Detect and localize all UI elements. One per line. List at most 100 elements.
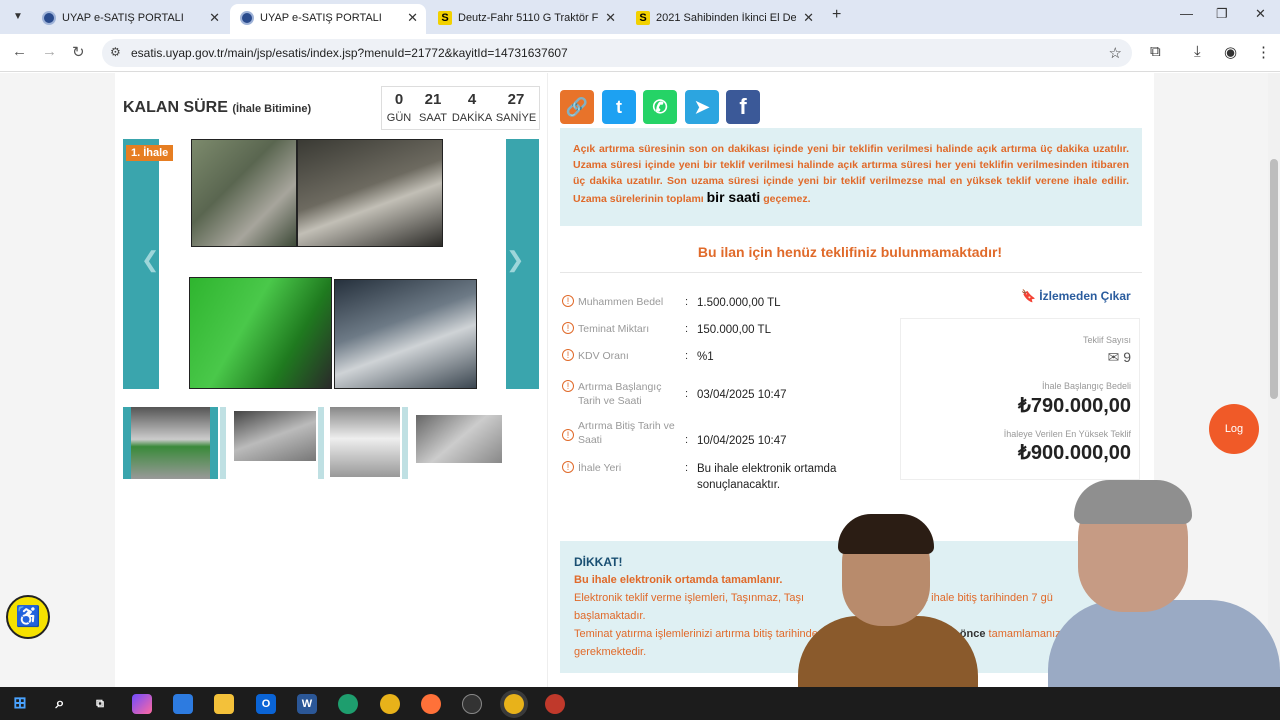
countdown-title-text: KALAN SÜRE <box>123 99 228 116</box>
detail-value: 10/04/2025 10:47 <box>697 435 787 447</box>
detail-colon: : <box>685 388 689 400</box>
chevron-right-icon: ❯ <box>506 247 525 272</box>
copilot-icon[interactable] <box>132 694 152 714</box>
tab-title: 2021 Sahibinden İkinci El Deutz <box>656 12 796 24</box>
detail-colon: : <box>685 296 689 308</box>
tractor-photo-front[interactable] <box>189 277 332 389</box>
uyap-icon <box>42 11 56 25</box>
file-explorer-icon[interactable] <box>214 694 234 714</box>
left-panel: KALAN SÜRE (İhale Bitimine) 0 GÜN 21 SAA… <box>115 73 547 687</box>
outlook-icon[interactable]: O <box>256 694 276 714</box>
reload-icon[interactable]: ↻ <box>72 43 85 61</box>
unwatch-label: İzlemeden Çıkar <box>1039 289 1131 303</box>
tractor-photo-part[interactable] <box>297 139 443 247</box>
url-text: esatis.uyap.gov.tr/main/jsp/esatis/index… <box>131 46 568 60</box>
facebook-icon[interactable]: f <box>726 90 760 124</box>
countdown-unit: GÜN <box>386 112 412 124</box>
info-icon[interactable]: ! <box>562 461 574 473</box>
thumbnail-image <box>234 411 316 461</box>
close-icon[interactable]: ✕ <box>407 10 418 26</box>
back-icon[interactable]: ← <box>12 43 27 60</box>
info-icon[interactable]: ! <box>562 429 574 441</box>
store-icon[interactable] <box>173 694 193 714</box>
tab-search-chevron-icon[interactable]: ▼ <box>8 7 28 27</box>
countdown-unit: SANİYE <box>495 112 537 124</box>
start-price-label: İhale Başlangıç Bedeli <box>1041 381 1131 391</box>
thumbnail-image <box>131 407 210 479</box>
close-icon[interactable]: ✕ <box>803 10 814 26</box>
gallery-next-button[interactable]: ❯ <box>506 139 539 389</box>
forward-icon[interactable]: → <box>42 43 57 60</box>
presenter-hair <box>1074 480 1192 524</box>
bookmark-star-icon[interactable]: ☆ <box>1109 44 1122 62</box>
window-close-icon[interactable]: ✕ <box>1255 6 1266 22</box>
tab-uyap-2[interactable]: UYAP e-SATIŞ PORTALI ✕ <box>230 4 426 34</box>
task-view-icon[interactable]: ⧉ <box>90 694 110 714</box>
login-button[interactable]: Log <box>1209 404 1259 454</box>
thumbnail-3[interactable] <box>318 407 408 479</box>
uyap-icon <box>240 11 254 25</box>
extensions-icon[interactable]: ⧉ <box>1150 43 1161 60</box>
close-icon[interactable]: ✕ <box>209 10 220 26</box>
profile-icon[interactable]: ◉ <box>1224 43 1237 61</box>
tab-deutz-ikinci-el[interactable]: S 2021 Sahibinden İkinci El Deutz ✕ <box>626 4 822 34</box>
bookmark-icon: 🔖 <box>1021 289 1036 303</box>
countdown-unit: SAAT <box>419 112 447 124</box>
info-icon[interactable]: ! <box>562 349 574 361</box>
close-icon[interactable]: ✕ <box>605 10 616 26</box>
gallery-prev-button[interactable]: ❮ <box>123 139 159 389</box>
taskbar: ⊞ ⌕ ⧉ O W <box>0 687 1280 720</box>
recorder-icon[interactable] <box>545 694 565 714</box>
maximize-icon[interactable]: ❐ <box>1216 6 1228 22</box>
firefox-icon[interactable] <box>421 694 441 714</box>
thumbnail-4[interactable] <box>412 407 508 479</box>
scrollbar-thumb[interactable] <box>1270 159 1278 399</box>
chrome-icon[interactable] <box>380 694 400 714</box>
site-settings-icon[interactable]: ⚙ <box>110 45 121 59</box>
auction-badge: 1. İhale <box>126 145 174 161</box>
tab-deutz-fiyat[interactable]: S Deutz-Fahr 5110 G Traktör Fiyat ✕ <box>428 4 624 34</box>
tab-title: UYAP e-SATIŞ PORTALI <box>62 12 184 24</box>
presenter-body <box>1048 600 1280 687</box>
edge-icon[interactable] <box>338 694 358 714</box>
search-icon[interactable]: ⌕ <box>50 694 70 714</box>
detail-value: 150.000,00 TL <box>697 324 771 336</box>
info-icon[interactable]: ! <box>562 322 574 334</box>
detail-colon: : <box>685 434 689 446</box>
new-tab-icon[interactable]: + <box>832 6 841 24</box>
browser-toolbar: ← → ↻ ⚙ esatis.uyap.gov.tr/main/jsp/esat… <box>0 34 1280 72</box>
unwatch-button[interactable]: 🔖 İzlemeden Çıkar <box>1021 289 1131 303</box>
twitter-icon[interactable]: t <box>602 90 636 124</box>
presenter-hair <box>838 514 934 554</box>
thumbnail-image <box>416 415 502 463</box>
windows-start-icon[interactable]: ⊞ <box>10 694 30 714</box>
info-icon[interactable]: ! <box>562 295 574 307</box>
countdown-subtitle: (İhale Bitimine) <box>232 103 312 115</box>
obs-icon[interactable] <box>462 694 482 714</box>
presenter-right <box>1048 480 1280 687</box>
thumbnail-2[interactable] <box>220 407 316 479</box>
word-icon[interactable]: W <box>297 694 317 714</box>
info-icon[interactable]: ! <box>562 380 574 392</box>
tractor-photo-metal[interactable] <box>334 279 477 389</box>
chrome-active-icon[interactable] <box>504 694 524 714</box>
address-bar[interactable]: ⚙ esatis.uyap.gov.tr/main/jsp/esatis/ind… <box>102 39 1132 67</box>
telegram-icon[interactable]: ➤ <box>685 90 719 124</box>
accessibility-icon[interactable]: ♿ <box>6 595 50 639</box>
minimize-icon[interactable]: — <box>1180 6 1193 21</box>
extension-rules-suffix: geçemez. <box>763 193 811 205</box>
download-icon[interactable]: ⤓ <box>1194 43 1201 60</box>
menu-icon[interactable]: ⋮ <box>1256 43 1271 61</box>
countdown-value: 0 <box>394 91 404 108</box>
whatsapp-icon[interactable]: ✆ <box>643 90 677 124</box>
thumbnail-1[interactable] <box>123 407 218 479</box>
divider <box>560 272 1142 273</box>
presenter-body <box>798 616 978 687</box>
detail-label: Muhammen Bedel <box>578 296 664 308</box>
detail-label: KDV Oranı <box>578 350 629 362</box>
tractor-photo-rear[interactable] <box>191 139 297 247</box>
bid-summary: Teklif Sayısı ✉ 9 İhale Başlangıç Bedeli… <box>900 318 1140 480</box>
copy-link-icon[interactable]: 🔗 <box>560 90 594 124</box>
detail-colon: : <box>685 462 689 474</box>
tab-uyap-1[interactable]: UYAP e-SATIŞ PORTALI ✕ <box>32 4 228 34</box>
